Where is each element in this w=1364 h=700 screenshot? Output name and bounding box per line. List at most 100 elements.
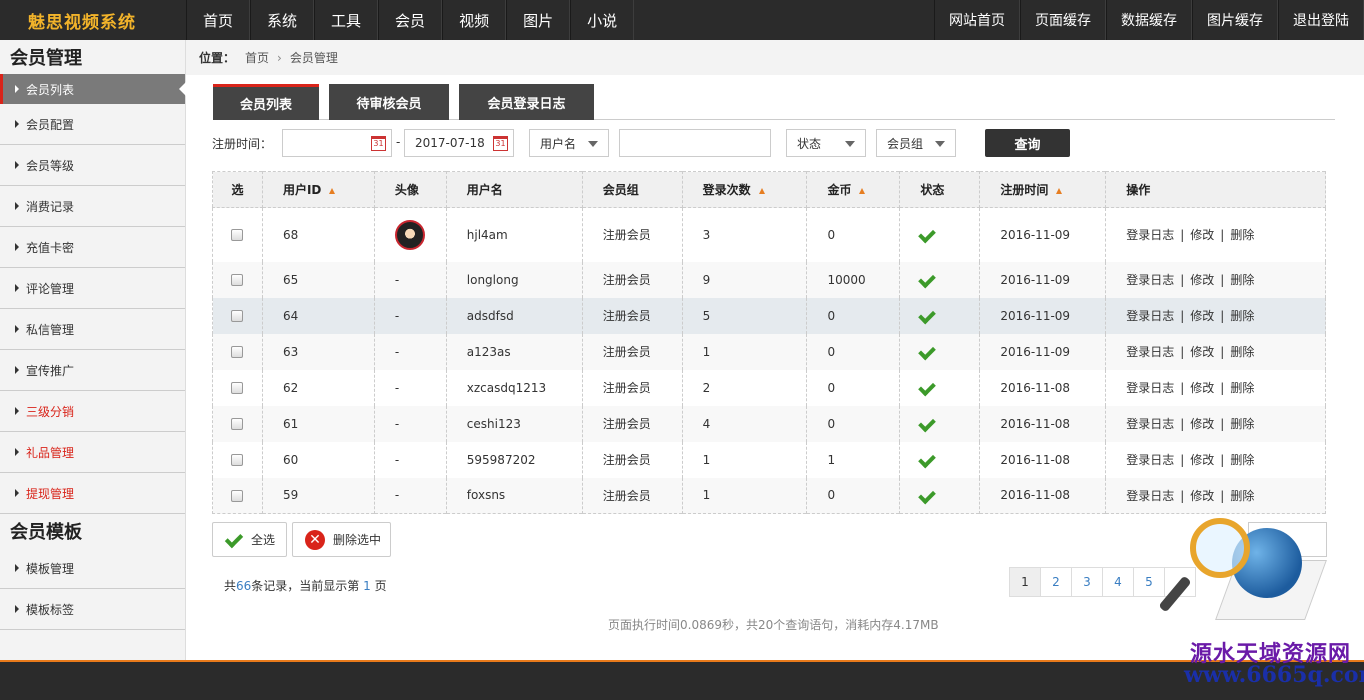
app-logo[interactable]: 魅思视频系统 — [0, 0, 186, 40]
breadcrumb-home[interactable]: 首页 — [245, 49, 269, 66]
nav-video[interactable]: 视频 — [442, 0, 507, 40]
delete-link[interactable]: 删除 — [1230, 417, 1254, 431]
row-checkbox[interactable] — [231, 274, 244, 286]
check-status-icon[interactable] — [920, 307, 936, 321]
row-checkbox[interactable] — [231, 346, 244, 358]
edit-link[interactable]: 修改 — [1190, 228, 1214, 242]
row-checkbox[interactable] — [231, 489, 244, 502]
cell-reg-time: 2016-11-08 — [979, 369, 1107, 406]
page-3[interactable]: 3 — [1071, 567, 1103, 597]
sidebar-item-member-config[interactable]: 会员配置 — [0, 104, 185, 145]
delete-link[interactable]: 删除 — [1230, 381, 1254, 395]
col-logins[interactable]: 登录次数 — [682, 171, 808, 208]
select-all-button[interactable]: 全选 — [212, 522, 287, 557]
query-button[interactable]: 查询 — [985, 129, 1070, 157]
delete-link[interactable]: 删除 — [1230, 309, 1254, 323]
login-log-link[interactable]: 登录日志 — [1126, 345, 1174, 359]
page-4[interactable]: 4 — [1102, 567, 1134, 597]
delete-link[interactable]: 删除 — [1230, 489, 1254, 503]
check-status-icon[interactable] — [920, 343, 936, 357]
col-user-id[interactable]: 用户ID — [262, 171, 375, 208]
nav-logout[interactable]: 退出登陆 — [1278, 0, 1364, 40]
edit-link[interactable]: 修改 — [1190, 453, 1214, 467]
group-select[interactable]: 会员组 — [876, 129, 956, 157]
check-status-icon[interactable] — [920, 415, 936, 429]
cell-coins: 0 — [806, 207, 901, 262]
nav-images[interactable]: 图片 — [506, 0, 571, 40]
nav-novels[interactable]: 小说 — [570, 0, 635, 40]
nav-page-cache[interactable]: 页面缓存 — [1020, 0, 1106, 40]
keyword-input[interactable] — [619, 129, 771, 157]
nav-home[interactable]: 首页 — [186, 0, 251, 40]
col-coins[interactable]: 金币 — [806, 171, 901, 208]
col-reg-time[interactable]: 注册时间 — [979, 171, 1107, 208]
date-from-input[interactable]: 31 — [282, 129, 392, 157]
nav-system[interactable]: 系统 — [250, 0, 315, 40]
row-checkbox[interactable] — [231, 418, 244, 430]
tab-member-list[interactable]: 会员列表 — [213, 84, 319, 120]
sidebar-item-distribution[interactable]: 三级分销 — [0, 391, 185, 432]
sidebar-item-messages[interactable]: 私信管理 — [0, 309, 185, 350]
sidebar-item-promotion[interactable]: 宣传推广 — [0, 350, 185, 391]
status-select[interactable]: 状态 — [786, 129, 866, 157]
login-log-link[interactable]: 登录日志 — [1126, 417, 1174, 431]
field-select[interactable]: 用户名 — [529, 129, 609, 157]
chevron-down-icon — [588, 141, 598, 147]
sidebar-item-gifts[interactable]: 礼品管理 — [0, 432, 185, 473]
sidebar-item-member-levels[interactable]: 会员等级 — [0, 145, 185, 186]
login-log-link[interactable]: 登录日志 — [1126, 489, 1174, 503]
sidebar-item-template-tags[interactable]: 模板标签 — [0, 589, 185, 630]
sidebar-item-withdrawals[interactable]: 提现管理 — [0, 473, 185, 514]
table-row: 62- xzcasdq1213 注册会员 2 0 2016-11-08 登录日志 | 修改 | 删除 — [212, 369, 1326, 406]
nav-site-home[interactable]: 网站首页 — [934, 0, 1020, 40]
edit-link[interactable]: 修改 — [1190, 489, 1214, 503]
sidebar-item-comments[interactable]: 评论管理 — [0, 268, 185, 309]
login-log-link[interactable]: 登录日志 — [1126, 309, 1174, 323]
sort-arrow-icon[interactable] — [859, 187, 866, 194]
check-status-icon[interactable] — [920, 226, 936, 240]
tab-pending-members[interactable]: 待审核会员 — [329, 84, 449, 120]
page-1[interactable]: 1 — [1009, 567, 1041, 597]
sort-arrow-icon[interactable] — [758, 187, 765, 194]
page-2[interactable]: 2 — [1040, 567, 1072, 597]
row-checkbox[interactable] — [231, 382, 244, 394]
login-log-link[interactable]: 登录日志 — [1126, 381, 1174, 395]
edit-link[interactable]: 修改 — [1190, 309, 1214, 323]
delete-link[interactable]: 删除 — [1230, 228, 1254, 242]
edit-link[interactable]: 修改 — [1190, 381, 1214, 395]
delete-link[interactable]: 删除 — [1230, 345, 1254, 359]
nav-tools[interactable]: 工具 — [314, 0, 379, 40]
check-status-icon[interactable] — [920, 379, 936, 393]
row-checkbox[interactable] — [231, 454, 244, 466]
edit-link[interactable]: 修改 — [1190, 417, 1214, 431]
edit-link[interactable]: 修改 — [1190, 273, 1214, 287]
login-log-link[interactable]: 登录日志 — [1126, 273, 1174, 287]
login-log-link[interactable]: 登录日志 — [1126, 453, 1174, 467]
check-status-icon[interactable] — [920, 487, 936, 501]
calendar-icon[interactable]: 31 — [493, 136, 508, 151]
cell-group: 注册会员 — [582, 261, 683, 298]
login-log-link[interactable]: 登录日志 — [1126, 228, 1174, 242]
date-to-input[interactable]: 2017-07-18 31 — [404, 129, 514, 157]
tab-login-log[interactable]: 会员登录日志 — [459, 84, 594, 120]
row-checkbox[interactable] — [231, 310, 244, 322]
page-5[interactable]: 5 — [1133, 567, 1165, 597]
check-status-icon[interactable] — [920, 451, 936, 465]
sidebar-item-template-manage[interactable]: 模板管理 — [0, 548, 185, 589]
sort-arrow-icon[interactable] — [1056, 187, 1063, 194]
edit-link[interactable]: 修改 — [1190, 345, 1214, 359]
delete-link[interactable]: 删除 — [1230, 453, 1254, 467]
nav-data-cache[interactable]: 数据缓存 — [1106, 0, 1192, 40]
check-status-icon[interactable] — [920, 271, 936, 285]
sort-arrow-icon[interactable] — [329, 187, 336, 194]
delete-link[interactable]: 删除 — [1230, 273, 1254, 287]
sidebar-item-spending-records[interactable]: 消费记录 — [0, 186, 185, 227]
sidebar-item-member-list[interactable]: 会员列表 — [0, 74, 186, 104]
nav-members[interactable]: 会员 — [378, 0, 443, 40]
calendar-icon[interactable]: 31 — [371, 136, 386, 151]
sidebar-item-recharge-cards[interactable]: 充值卡密 — [0, 227, 185, 268]
row-checkbox[interactable] — [231, 229, 244, 242]
nav-image-cache[interactable]: 图片缓存 — [1192, 0, 1278, 40]
avatar[interactable] — [394, 219, 425, 250]
delete-selected-button[interactable]: ✕ 删除选中 — [292, 522, 391, 557]
